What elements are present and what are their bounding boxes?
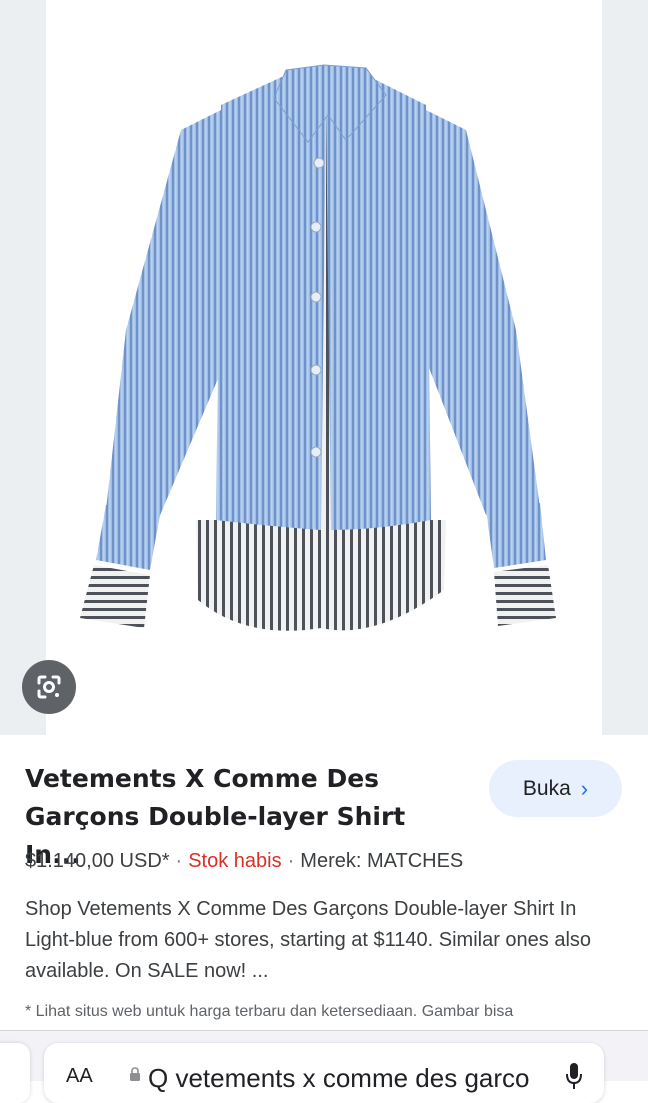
price-disclaimer: * Lihat situs web untuk harga terbaru da…	[25, 1003, 514, 1020]
product-image[interactable]	[46, 0, 602, 735]
separator: ·	[175, 850, 183, 872]
text-size-button[interactable]: AA	[66, 1065, 93, 1088]
microphone-icon[interactable]	[564, 1061, 584, 1091]
google-lens-icon	[37, 675, 61, 699]
brand: Merek: MATCHES	[300, 850, 464, 872]
previous-tab-card[interactable]	[0, 1043, 30, 1103]
chevron-right-icon: ›	[580, 775, 589, 801]
product-description: Shop Vetements X Comme Des Garçons Doubl…	[25, 898, 592, 982]
shirt-illustration	[80, 64, 556, 631]
lock-icon	[130, 1067, 140, 1081]
right-cuff-blue	[486, 503, 546, 568]
right-cuff-grey	[494, 565, 556, 626]
product-meta: $1.140,00 USD* · Stok habis · Merek: MATCHES	[25, 850, 463, 873]
browser-bottom-bar: AA Q vetements x comme des garco	[0, 1030, 648, 1103]
price: $1.140,00 USD*	[25, 850, 170, 872]
open-button[interactable]: Buka ›	[489, 760, 622, 817]
address-bar[interactable]: AA Q vetements x comme des garco	[44, 1043, 604, 1103]
left-cuff-blue	[96, 505, 160, 570]
left-cuff-grey	[80, 565, 150, 628]
right-sleeve	[426, 110, 540, 515]
separator: ·	[287, 850, 295, 872]
image-area	[0, 0, 648, 735]
google-lens-button[interactable]	[22, 660, 76, 714]
stock-status: Stok habis	[188, 850, 282, 872]
open-button-label: Buka	[522, 776, 571, 800]
url-text: Q vetements x comme des garco	[148, 1063, 530, 1093]
left-sleeve	[106, 110, 226, 520]
